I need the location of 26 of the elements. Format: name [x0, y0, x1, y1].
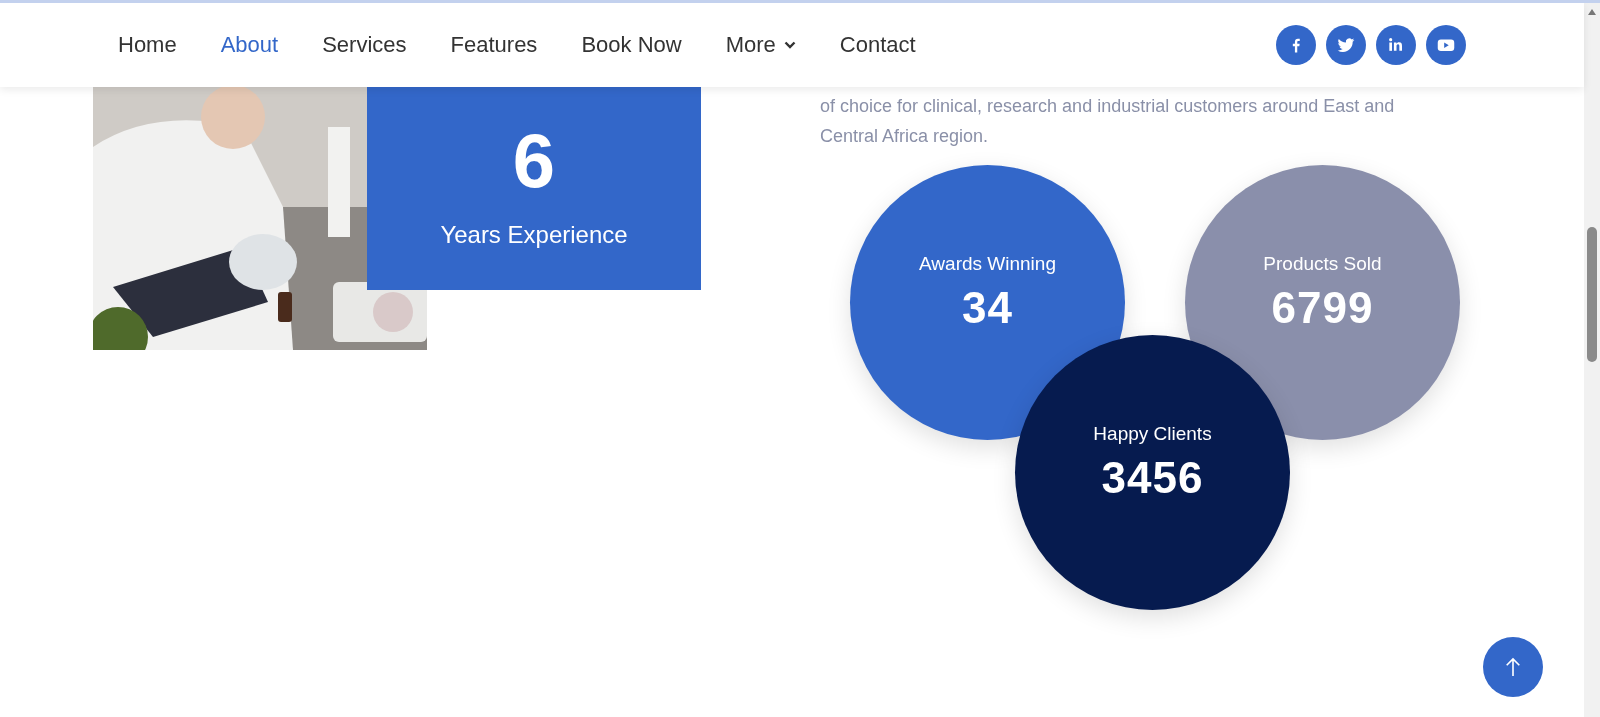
scrollbar[interactable]	[1584, 3, 1600, 717]
scrollbar-thumb[interactable]	[1587, 227, 1597, 362]
scroll-up-icon[interactable]	[1587, 8, 1597, 16]
nav-link[interactable]: More	[703, 32, 818, 58]
nav-link[interactable]: Book Now	[559, 32, 704, 58]
play-icon[interactable]	[1426, 25, 1466, 65]
bird-icon[interactable]	[1326, 25, 1366, 65]
stat-label: Happy Clients	[1093, 422, 1212, 445]
scroll-top-button[interactable]	[1483, 637, 1543, 697]
stat-value: 34	[962, 282, 1013, 333]
stat-value: 3456	[1101, 452, 1204, 503]
caret-icon	[783, 41, 796, 49]
nav-link[interactable]: Services	[300, 32, 429, 58]
experience-label: Years Experience	[440, 220, 628, 249]
stat-label: Products Sold	[1263, 252, 1382, 275]
arrow-up-icon	[1504, 656, 1522, 678]
linkedin-icon[interactable]	[1376, 25, 1416, 65]
stat-value: 6799	[1271, 282, 1374, 333]
experience-number: 6	[512, 122, 556, 199]
nav-link[interactable]: Contact	[817, 32, 938, 58]
stat-label: Awards Winning	[919, 252, 1056, 275]
nav-link[interactable]: About	[198, 32, 301, 58]
facebook-icon[interactable]	[1276, 25, 1316, 65]
nav-link[interactable]: Features	[428, 32, 560, 58]
intro-text: of choice for clinical, research and industrial customers around East and Central Africa region.	[820, 95, 1396, 148]
nav-link[interactable]: Home	[96, 32, 199, 58]
